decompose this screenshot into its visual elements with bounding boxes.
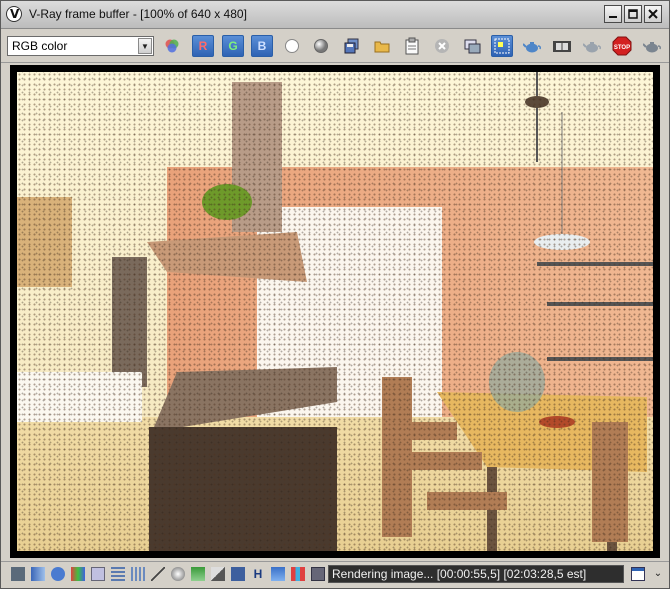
color-corrections-icon[interactable] (31, 567, 45, 581)
minimize-button[interactable] (604, 5, 622, 23)
blue-channel-button[interactable]: B (251, 35, 273, 57)
chevron-down-icon[interactable]: ▼ (138, 38, 152, 54)
color-channels-button[interactable] (161, 35, 183, 57)
window-icon[interactable] (631, 567, 645, 581)
stop-label: STOP (614, 45, 630, 51)
duplicate-frame-button[interactable] (461, 35, 483, 57)
monochrome-button[interactable] (310, 35, 332, 57)
settings-icon[interactable] (311, 567, 325, 581)
green-channel-button[interactable]: G (222, 35, 244, 57)
render-interactive-button[interactable] (641, 35, 663, 57)
green-channel-label: G (228, 39, 238, 53)
title-bar[interactable]: V V-Ray frame buffer - [100% of 640 x 48… (1, 1, 669, 29)
teapot-gray-icon (583, 42, 601, 53)
window-title: V-Ray frame buffer - [100% of 640 x 480] (29, 7, 247, 21)
channel-select-value: RGB color (12, 39, 68, 53)
red-channel-button[interactable]: R (192, 35, 214, 57)
gray-sphere-icon (314, 39, 328, 53)
close-button[interactable] (644, 5, 662, 23)
white-circle-icon (285, 39, 299, 53)
clear-button[interactable] (431, 35, 453, 57)
close-icon (648, 9, 658, 19)
levels-icon[interactable] (111, 567, 125, 581)
curve-icon[interactable] (131, 567, 145, 581)
film-strip-icon (553, 41, 571, 52)
open-image-button[interactable] (371, 35, 393, 57)
stop-icon: STOP (612, 36, 632, 56)
toolbar: RGB color ▼ R G B STOP (1, 29, 669, 63)
status-bar: H Rendering image... [00:00:55,5] [02:03… (1, 561, 669, 588)
stop-render-button[interactable]: STOP (611, 35, 633, 57)
compare-icon[interactable] (211, 567, 225, 581)
render-noise-overlay (17, 72, 653, 551)
channel-select[interactable]: RGB color ▼ (7, 36, 154, 56)
spectrum-icon[interactable] (71, 567, 85, 581)
folder-icon (374, 41, 390, 53)
maximize-icon (628, 9, 638, 19)
clear-x-circle-icon (435, 39, 449, 53)
monitor-copy-icon (464, 39, 481, 54)
minimize-icon (609, 16, 617, 18)
clipboard-icon (405, 37, 419, 55)
stereo-icon[interactable] (291, 567, 305, 581)
teapot-dark-icon (643, 42, 661, 53)
alpha-white-button[interactable] (281, 35, 303, 57)
film-strip-button[interactable] (551, 35, 573, 57)
monitor-icon[interactable] (11, 567, 25, 581)
blue-channel-label: B (257, 39, 267, 53)
expand-down-icon[interactable]: ⌄ (651, 567, 665, 581)
lut-icon[interactable] (191, 567, 205, 581)
vray-logo-icon: V (6, 6, 22, 22)
gamma-icon[interactable] (151, 567, 165, 581)
render-last-button[interactable] (521, 35, 543, 57)
info-icon[interactable] (51, 567, 65, 581)
clear-image-button[interactable] (401, 35, 423, 57)
rendered-image[interactable] (17, 72, 653, 551)
render-teapot-button[interactable] (581, 35, 603, 57)
teapot-icon (523, 42, 541, 53)
h-label[interactable]: H (251, 567, 265, 581)
vray-frame-buffer-window: V V-Ray frame buffer - [100% of 640 x 48… (0, 0, 670, 589)
lens-effects-icon[interactable] (271, 567, 285, 581)
hsl-icon[interactable] (91, 567, 105, 581)
save-image-button[interactable] (341, 35, 363, 57)
exposure-icon[interactable] (171, 567, 185, 581)
save-multiple-icon (344, 38, 359, 54)
render-status-text: Rendering image... [00:00:55,5] [02:03:2… (328, 565, 624, 583)
region-grid-icon (494, 38, 510, 54)
ocio-icon[interactable] (231, 567, 245, 581)
red-channel-label: R (198, 39, 208, 53)
maximize-button[interactable] (624, 5, 642, 23)
region-render-button[interactable] (491, 35, 513, 57)
render-viewport[interactable] (10, 65, 660, 558)
color-circles-icon (165, 39, 179, 53)
